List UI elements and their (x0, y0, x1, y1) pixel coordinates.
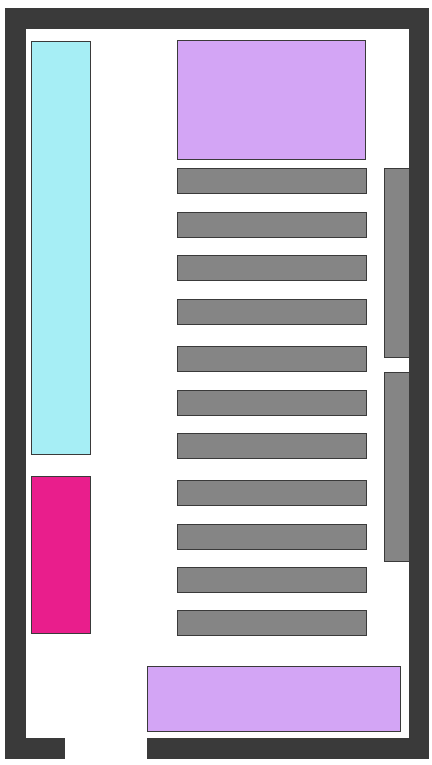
center-shelf (177, 212, 367, 238)
center-shelf (177, 168, 367, 194)
bottom-wall-left (5, 738, 65, 759)
center-shelf (177, 255, 367, 281)
center-shelf (177, 390, 367, 416)
top-wall (5, 8, 429, 29)
bottom-lavender-block (147, 666, 401, 732)
side-shelf-upper (384, 168, 410, 358)
center-shelf (177, 524, 367, 550)
center-shelf (177, 299, 367, 325)
cyan-block (31, 41, 91, 455)
center-shelf (177, 610, 367, 636)
center-shelf (177, 346, 367, 372)
bottom-wall-right (147, 738, 429, 759)
center-shelf (177, 480, 367, 506)
center-shelf (177, 433, 367, 459)
magenta-block (31, 476, 91, 634)
side-shelf-lower (384, 372, 410, 562)
left-wall (5, 8, 26, 759)
center-shelf (177, 567, 367, 593)
right-wall (409, 8, 429, 759)
top-lavender-block (177, 40, 366, 160)
